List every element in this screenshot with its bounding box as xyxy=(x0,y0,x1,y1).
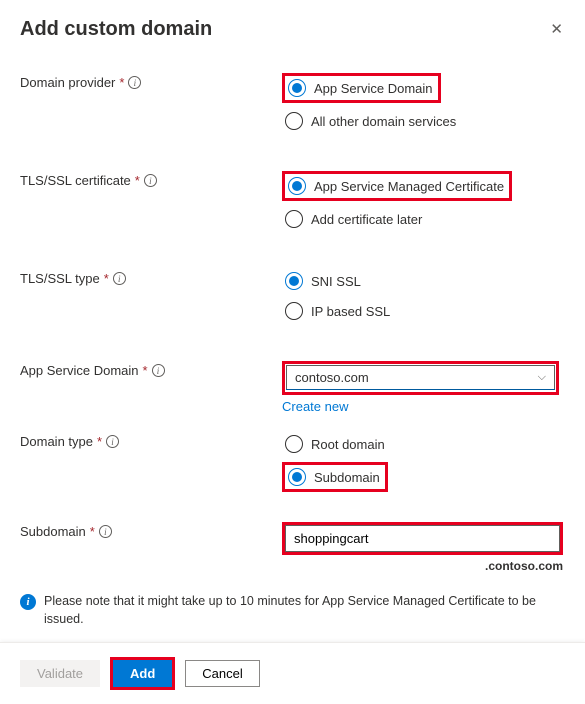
radio-ip-ssl-label[interactable]: IP based SSL xyxy=(311,304,390,319)
required-marker: * xyxy=(135,173,140,188)
radio-sni-ssl[interactable] xyxy=(285,272,303,290)
chevron-down-icon: ⌵ xyxy=(538,371,546,384)
radio-sni-ssl-label[interactable]: SNI SSL xyxy=(311,274,361,289)
radio-root-domain-label[interactable]: Root domain xyxy=(311,437,385,452)
radio-cert-later-label[interactable]: Add certificate later xyxy=(311,212,422,227)
domain-type-label: Domain type xyxy=(20,434,93,449)
radio-managed-cert-label[interactable]: App Service Managed Certificate xyxy=(314,179,504,194)
radio-subdomain[interactable] xyxy=(288,468,306,486)
subdomain-input[interactable] xyxy=(285,525,560,552)
subdomain-label: Subdomain xyxy=(20,524,86,539)
info-icon[interactable]: i xyxy=(128,76,141,89)
required-marker: * xyxy=(104,271,109,286)
info-icon: i xyxy=(20,594,36,610)
info-icon[interactable]: i xyxy=(106,435,119,448)
page-title: Add custom domain xyxy=(20,18,212,41)
radio-other-domain-services[interactable] xyxy=(285,112,303,130)
info-icon[interactable]: i xyxy=(152,364,165,377)
info-icon[interactable]: i xyxy=(99,525,112,538)
radio-subdomain-label[interactable]: Subdomain xyxy=(314,470,380,485)
app-service-domain-value: contoso.com xyxy=(295,370,369,385)
tls-type-label: TLS/SSL type xyxy=(20,271,100,286)
radio-app-service-domain-label[interactable]: App Service Domain xyxy=(314,81,433,96)
close-icon[interactable]: ✕ xyxy=(548,18,565,40)
note-text: Please note that it might take up to 10 … xyxy=(44,593,565,628)
validate-button: Validate xyxy=(20,660,100,687)
create-new-link[interactable]: Create new xyxy=(282,399,348,414)
required-marker: * xyxy=(119,75,124,90)
radio-ip-ssl[interactable] xyxy=(285,302,303,320)
info-icon[interactable]: i xyxy=(113,272,126,285)
app-service-domain-dropdown[interactable]: contoso.com ⌵ xyxy=(286,365,555,390)
radio-cert-later[interactable] xyxy=(285,210,303,228)
app-service-domain-label: App Service Domain xyxy=(20,363,139,378)
required-marker: * xyxy=(97,434,102,449)
radio-app-service-domain[interactable] xyxy=(288,79,306,97)
radio-root-domain[interactable] xyxy=(285,435,303,453)
radio-other-domain-services-label[interactable]: All other domain services xyxy=(311,114,456,129)
tls-cert-label: TLS/SSL certificate xyxy=(20,173,131,188)
required-marker: * xyxy=(143,363,148,378)
required-marker: * xyxy=(90,524,95,539)
add-button[interactable]: Add xyxy=(113,660,172,687)
cancel-button[interactable]: Cancel xyxy=(185,660,259,687)
radio-managed-cert[interactable] xyxy=(288,177,306,195)
subdomain-suffix: .contoso.com xyxy=(282,559,563,573)
domain-provider-label: Domain provider xyxy=(20,75,115,90)
info-icon[interactable]: i xyxy=(144,174,157,187)
